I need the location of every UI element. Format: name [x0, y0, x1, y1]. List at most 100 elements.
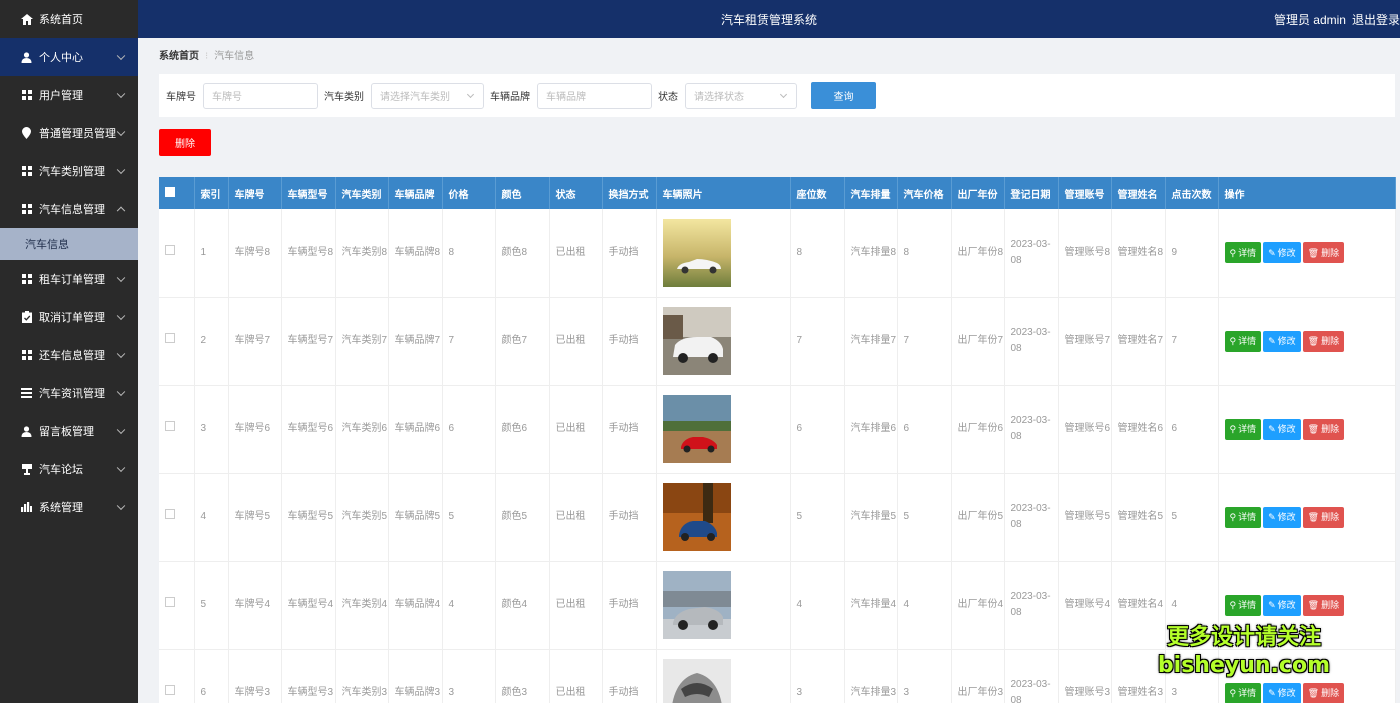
cell-plate: 车牌号4 — [228, 561, 282, 650]
col-header: 车牌号 — [228, 177, 282, 209]
sidebar-item-message-board[interactable]: 留言板管理 — [0, 412, 138, 450]
batch-delete-button[interactable]: 删除 — [159, 129, 211, 156]
cell-clicks: 6 — [1165, 385, 1219, 474]
sidebar-item-car-news[interactable]: 汽车资讯管理 — [0, 374, 138, 412]
cell-date: 2023-03-08 — [1004, 649, 1059, 703]
cell-color: 颜色4 — [495, 561, 550, 650]
select-all-cell — [159, 177, 195, 209]
row-checkbox[interactable] — [165, 244, 175, 255]
pencil-icon: ✎ — [1268, 600, 1276, 610]
cell-acct: 管理账号6 — [1058, 385, 1112, 474]
sidebar-item-personal-center[interactable]: 个人中心 — [0, 38, 138, 76]
delete-button[interactable]: 🗑 删除 — [1302, 594, 1345, 616]
row-checkbox[interactable] — [165, 333, 175, 343]
cell-model: 车辆型号6 — [281, 385, 336, 474]
cell-plate: 车牌号3 — [228, 649, 282, 703]
sidebar-subitem-car-info[interactable]: 汽车信息 — [0, 228, 138, 260]
cell-disp: 汽车排量5 — [844, 473, 898, 562]
cell-brand: 车辆品牌5 — [388, 473, 443, 562]
delete-button[interactable]: 🗑 删除 — [1302, 506, 1345, 528]
delete-button[interactable]: 🗑 删除 — [1302, 682, 1345, 703]
edit-button[interactable]: ✎ 修改 — [1263, 330, 1301, 352]
chevron-down-icon — [116, 463, 126, 473]
cell-seats: 6 — [790, 385, 845, 474]
cell-name: 管理姓名5 — [1111, 473, 1166, 562]
row-select-cell — [159, 385, 195, 474]
detail-button[interactable]: ⚲ 详情 — [1224, 330, 1262, 352]
sidebar-item-car-info[interactable]: 汽车信息管理 — [0, 190, 138, 228]
cell-index: 1 — [194, 209, 229, 298]
user-icon — [20, 425, 33, 438]
status-label: 状态 — [658, 92, 678, 103]
table-row: 2 车牌号7 车辆型号7 汽车类别7 车辆品牌7 7 颜色7 已出租 手动挡 7 汽车排量7 7 出厂年… — [159, 297, 1396, 386]
delete-button[interactable]: 🗑 删除 — [1302, 330, 1345, 352]
table-row: 3 车牌号6 车辆型号6 汽车类别6 车辆品牌6 6 颜色6 已出租 手动挡 6 汽车排量6 6 出厂年… — [159, 385, 1396, 474]
sidebar-item-home[interactable]: 系统首页 — [0, 0, 138, 38]
cell-clicks: 5 — [1165, 473, 1219, 562]
edit-button[interactable]: ✎ 修改 — [1263, 242, 1301, 264]
detail-label: 详情 — [1238, 600, 1257, 610]
cell-color: 颜色5 — [495, 473, 550, 562]
pencil-icon: ✎ — [1268, 512, 1276, 522]
location-icon — [20, 127, 33, 140]
cell-photo — [656, 473, 791, 562]
cell-index: 3 — [194, 385, 229, 474]
cell-price: 3 — [442, 649, 496, 703]
detail-label: 详情 — [1238, 688, 1257, 698]
row-select-cell — [159, 297, 195, 386]
delete-button[interactable]: 🗑 删除 — [1302, 242, 1345, 264]
cell-date: 2023-03-08 — [1004, 473, 1059, 562]
detail-button[interactable]: ⚲ 详情 — [1224, 418, 1262, 440]
cell-carprice: 8 — [897, 209, 952, 298]
detail-button[interactable]: ⚲ 详情 — [1224, 682, 1262, 703]
cell-gear: 手动挡 — [602, 473, 657, 562]
row-checkbox[interactable] — [165, 597, 175, 607]
edit-button[interactable]: ✎ 修改 — [1263, 506, 1301, 528]
detail-button[interactable]: ⚲ 详情 — [1224, 594, 1262, 616]
delete-label: 删除 — [1321, 247, 1340, 258]
status-select[interactable]: 请选择状态 — [685, 82, 797, 109]
detail-button[interactable]: ⚲ 详情 — [1224, 242, 1262, 264]
sidebar-item-car-forum[interactable]: 汽车论坛 — [0, 450, 138, 488]
row-checkbox[interactable] — [165, 685, 175, 695]
detail-button[interactable]: ⚲ 详情 — [1224, 506, 1262, 528]
sidebar-item-system-management[interactable]: 系统管理 — [0, 488, 138, 526]
logout-link[interactable]: 退出登录 — [1352, 13, 1400, 27]
sidebar-item-rental-orders[interactable]: 租车订单管理 — [0, 260, 138, 298]
chevron-down-icon — [116, 387, 126, 397]
car-photo-white-convertible — [662, 218, 790, 287]
category-select[interactable]: 请选择汽车类别 — [371, 82, 484, 109]
row-checkbox[interactable] — [165, 421, 175, 431]
sidebar-item-car-category[interactable]: 汽车类别管理 — [0, 152, 138, 190]
edit-button[interactable]: ✎ 修改 — [1263, 682, 1301, 703]
cell-photo — [656, 561, 791, 650]
cell-photo — [656, 649, 791, 703]
trash-icon: 🗑 — [1307, 424, 1320, 434]
trash-icon: 🗑 — [1307, 247, 1320, 258]
table-row: 1 车牌号8 车辆型号8 汽车类别8 车辆品牌8 8 颜色8 已出租 手动挡 8 汽车排量8 8 出厂年… — [159, 209, 1396, 298]
sidebar-item-label: 汽车信息管理 — [39, 204, 105, 216]
brand-input[interactable]: 车辆品牌 — [537, 82, 652, 109]
cell-price: 5 — [442, 473, 496, 562]
edit-button[interactable]: ✎ 修改 — [1263, 418, 1301, 440]
sidebar-item-admin-management[interactable]: 普通管理员管理 — [0, 114, 138, 152]
row-checkbox[interactable] — [165, 509, 175, 519]
edit-button[interactable]: ✎ 修改 — [1263, 594, 1301, 616]
sidebar-item-label: 个人中心 — [39, 52, 83, 64]
grid-icon — [20, 349, 33, 362]
watermark: 更多设计请关注 bisheyun.com — [1158, 624, 1330, 680]
delete-button[interactable]: 🗑 删除 — [1302, 418, 1345, 440]
breadcrumb-home[interactable]: 系统首页 — [159, 51, 199, 62]
cell-photo — [656, 209, 791, 298]
query-button[interactable]: 查询 — [811, 82, 876, 109]
cell-color: 颜色7 — [495, 297, 550, 386]
trash-icon: 🗑 — [1307, 688, 1320, 698]
cell-disp: 汽车排量4 — [844, 561, 898, 650]
sidebar-item-cancel-orders[interactable]: 取消订单管理 — [0, 298, 138, 336]
delete-label: 删除 — [1321, 600, 1340, 610]
sidebar-item-return-info[interactable]: 还车信息管理 — [0, 336, 138, 374]
select-all-checkbox[interactable] — [165, 186, 175, 197]
plate-input[interactable]: 车牌号 — [203, 82, 318, 109]
current-user: 管理员 admin — [1273, 13, 1346, 27]
sidebar-item-user-management[interactable]: 用户管理 — [0, 76, 138, 114]
